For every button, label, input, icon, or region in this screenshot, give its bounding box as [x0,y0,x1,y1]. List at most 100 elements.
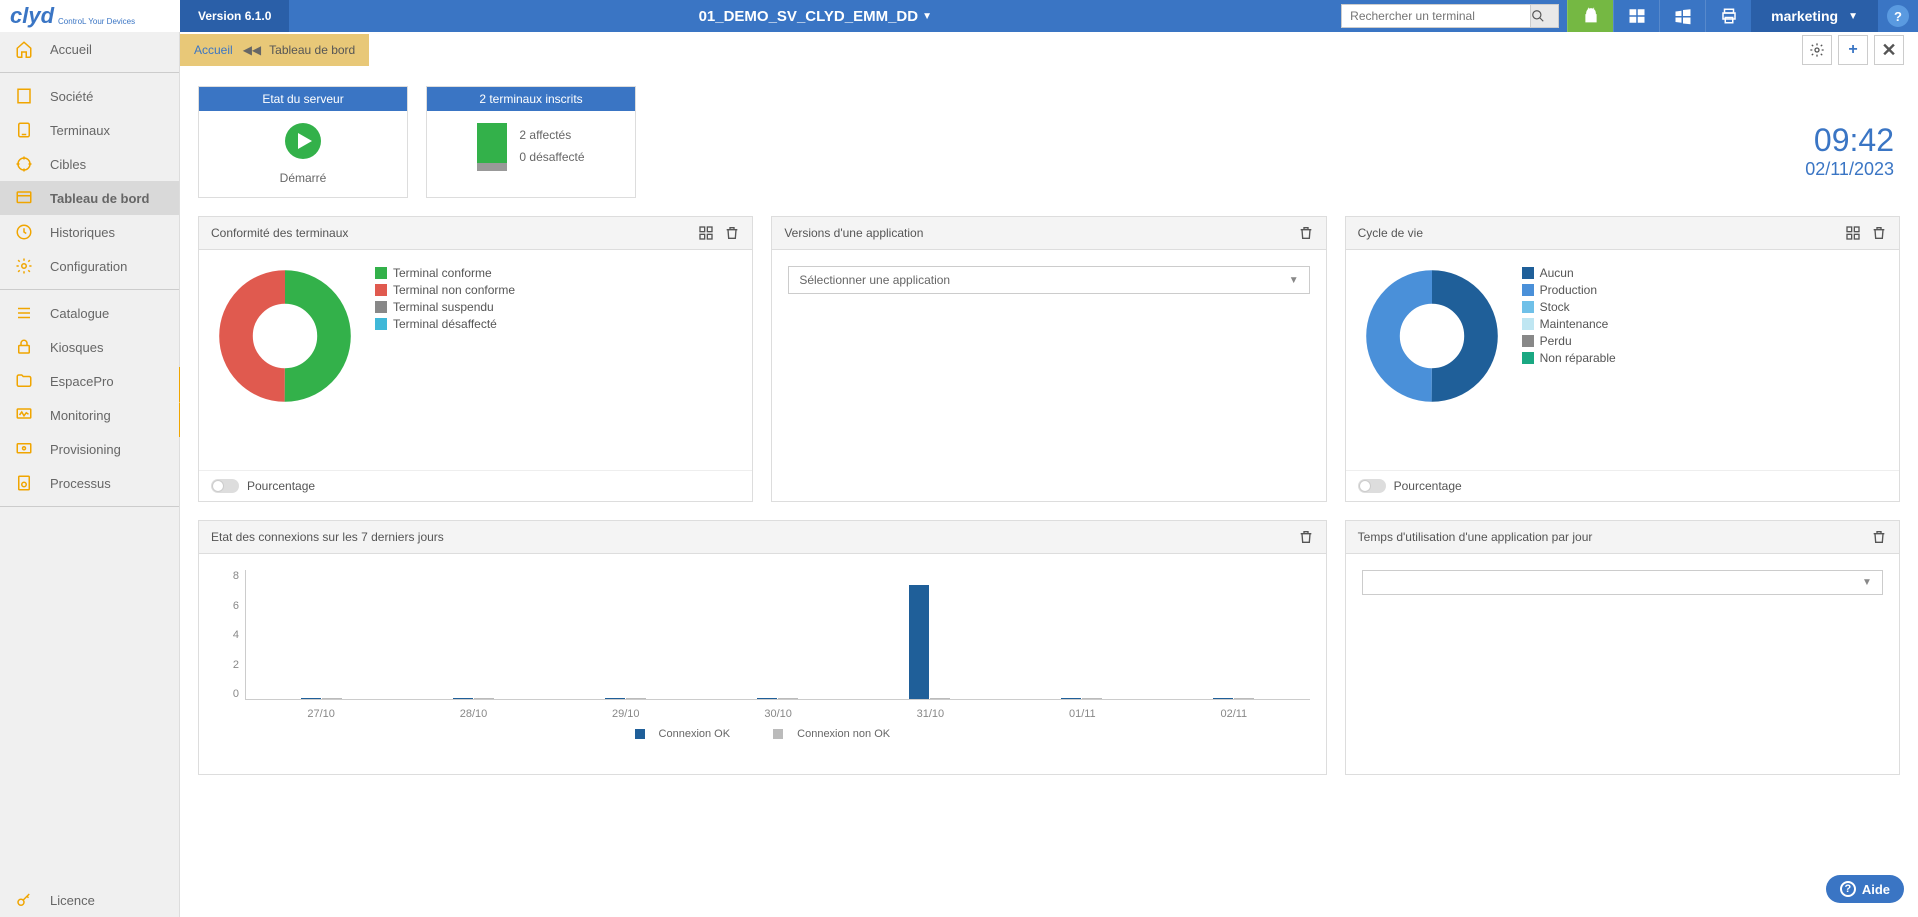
terminals-status-card: 2 terminaux inscrits 2 affectés 0 désaff… [426,86,636,198]
sidebar-item-kiosks[interactable]: Kiosques [0,330,179,364]
target-icon [14,154,34,174]
legend-label: Terminal non conforme [393,283,515,297]
key-icon [14,890,34,910]
help-label: Aide [1862,882,1890,897]
y-tick: 0 [215,688,239,700]
sidebar-item-license[interactable]: Licence [0,883,179,917]
card-header: Etat du serveur [199,87,407,111]
sidebar-item-provisioning[interactable]: Provisioning [0,432,179,466]
sidebar-item-dashboard[interactable]: Tableau de bord [0,181,179,215]
sidebar-item-label: Configuration [50,259,127,274]
x-tick: 28/10 [460,708,488,720]
folder-icon [14,371,34,391]
gear-icon [1809,42,1825,58]
card-header: 2 terminaux inscrits [427,87,635,111]
monitor-icon [14,405,34,425]
widget-title: Cycle de vie [1358,226,1423,240]
logo[interactable]: clyd ControL Your Devices [0,0,180,32]
sidebar-item-label: Historiques [50,225,115,240]
settings-button[interactable] [1802,35,1832,65]
sidebar-item-history[interactable]: Historiques [0,215,179,249]
trash-icon[interactable] [1871,529,1887,545]
legend-label: Production [1540,283,1597,297]
windows-legacy-icon [1674,7,1692,25]
provisioning-icon [14,439,34,459]
sidebar-item-label: Monitoring [50,408,111,423]
search-input[interactable] [1341,4,1531,28]
y-tick: 4 [215,629,239,641]
sidebar-item-label: Terminaux [50,123,110,138]
lifecycle-legend: Aucun Production Stock Maintenance Perdu… [1522,266,1616,406]
lifecycle-donut-chart [1362,266,1502,406]
legend-label: Perdu [1540,334,1572,348]
logo-tagline: ControL Your Devices [58,17,135,26]
sidebar-item-home[interactable]: Accueil [0,32,179,66]
search-button[interactable] [1531,4,1559,28]
sidebar-item-catalog[interactable]: Catalogue [0,296,179,330]
x-tick: 30/10 [764,708,792,720]
sidebar-item-monitoring[interactable]: Monitoring [0,398,179,432]
sidebar-item-config[interactable]: Configuration [0,249,179,283]
trash-icon[interactable] [1298,225,1314,241]
sidebar-item-espacepro[interactable]: EspacePro [0,364,179,398]
topbar: clyd ControL Your Devices Version 6.1.0 … [0,0,1918,32]
legend-label: Connexion non OK [797,728,890,740]
user-menu[interactable]: marketing ▼ [1751,0,1878,32]
percentage-toggle[interactable] [1358,479,1386,493]
x-tick: 27/10 [307,708,335,720]
x-tick: 29/10 [612,708,640,720]
logo-text: clyd [10,3,54,29]
add-button[interactable]: + [1838,35,1868,65]
y-tick: 2 [215,659,239,671]
caret-down-icon: ▼ [1862,577,1872,588]
help-icon: ? [1887,5,1909,27]
windows-icon [1628,7,1646,25]
widget-lifecycle: Cycle de vie A [1345,216,1900,502]
widget-title: Versions d'une application [784,226,923,240]
android-button[interactable] [1567,0,1613,32]
windows-button[interactable] [1613,0,1659,32]
close-button[interactable]: ✕ [1874,35,1904,65]
dashboard-icon [14,188,34,208]
page-toolbar: + ✕ [1802,35,1918,65]
lock-icon [14,337,34,357]
home-icon [14,39,34,59]
x-tick: 02/11 [1220,708,1247,720]
windows-legacy-button[interactable] [1659,0,1705,32]
help-button[interactable]: ? [1878,0,1918,32]
grid-icon[interactable] [1845,225,1861,241]
trash-icon[interactable] [724,225,740,241]
toggle-label: Pourcentage [1394,479,1462,493]
history-icon [14,222,34,242]
legend-label: Aucun [1540,266,1574,280]
sidebar-item-label: Kiosques [50,340,103,355]
trash-icon[interactable] [1298,529,1314,545]
sidebar-item-targets[interactable]: Cibles [0,147,179,181]
sidebar-item-company[interactable]: Société [0,79,179,113]
usage-app-select[interactable]: ▼ [1362,570,1883,595]
legend-label: Maintenance [1540,317,1609,331]
sidebar-item-label: Cibles [50,157,86,172]
percentage-toggle[interactable] [211,479,239,493]
datetime: 09:42 02/11/2023 [1805,122,1894,180]
sidebar-item-terminals[interactable]: Terminaux [0,113,179,147]
trash-icon[interactable] [1871,225,1887,241]
breadcrumb-home[interactable]: Accueil [194,43,233,57]
help-fab[interactable]: ? Aide [1826,875,1904,903]
sidebar-item-process[interactable]: Processus [0,466,179,500]
sidebar-item-label: Provisioning [50,442,121,457]
sidebar-item-label: EspacePro [50,374,114,389]
x-tick: 31/10 [917,708,945,720]
caret-down-icon: ▼ [922,11,932,22]
sidebar-item-label: Accueil [50,42,92,57]
app-select[interactable]: Sélectionner une application ▼ [788,266,1309,294]
legend-label: Terminal conforme [393,266,492,280]
print-button[interactable] [1705,0,1751,32]
context-selector[interactable]: 01_DEMO_SV_CLYD_EMM_DD ▼ [289,0,1341,32]
help-icon: ? [1840,881,1856,897]
breadcrumb-back-icon[interactable]: ◀◀ [243,43,261,57]
grid-icon[interactable] [698,225,714,241]
list-icon [14,303,34,323]
search-icon [1531,9,1545,23]
process-icon [14,473,34,493]
